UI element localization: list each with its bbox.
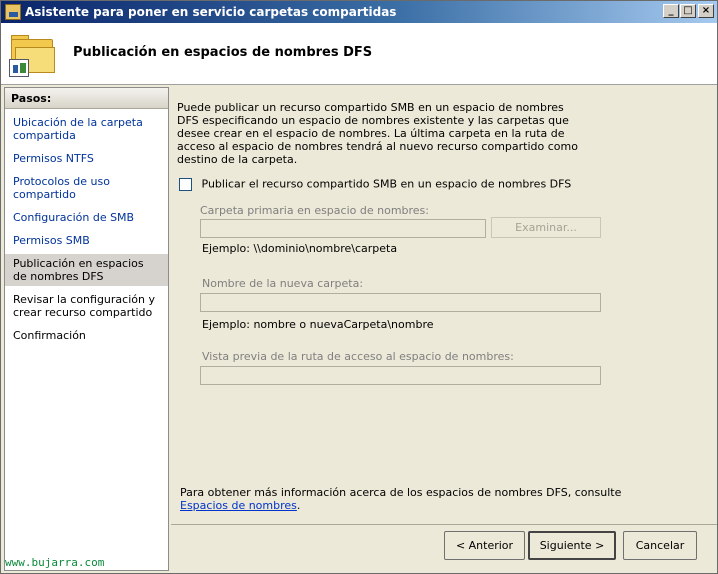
watermark-text: www.bujarra.com [5, 556, 105, 569]
page-title: Publicación en espacios de nombres DFS [73, 45, 373, 60]
new-folder-label: Nombre de la nueva carpeta: [202, 277, 364, 290]
shared-folder-icon [9, 33, 55, 77]
publish-checkbox-row[interactable]: Publicar el recurso compartido SMB en un… [179, 177, 571, 191]
back-button[interactable]: < Anterior [444, 531, 525, 560]
steps-heading: Pasos: [5, 88, 168, 109]
more-info-text: Para obtener más información acerca de l… [180, 486, 680, 512]
step-permisos-ntfs[interactable]: Permisos NTFS [5, 149, 168, 168]
publish-checkbox-label[interactable]: Publicar el recurso compartido SMB en un… [202, 178, 572, 191]
wizard-app-icon [5, 4, 21, 20]
window-title: Asistente para poner en servicio carpeta… [25, 5, 397, 19]
wizard-window: Asistente para poner en servicio carpeta… [0, 0, 718, 574]
parent-folder-label: Carpeta primaria en espacio de nombres: [200, 204, 429, 217]
footer-separator [171, 524, 717, 525]
content-pane: Puede publicar un recurso compartido SMB… [171, 87, 717, 527]
preview-label: Vista previa de la ruta de acceso al esp… [202, 350, 514, 363]
step-permisos-smb[interactable]: Permisos SMB [5, 231, 168, 250]
step-revisar: Revisar la configuración y crear recurso… [13, 293, 155, 319]
wizard-header: Publicación en espacios de nombres DFS [1, 23, 717, 85]
preview-path-field [200, 366, 601, 385]
new-folder-input[interactable] [200, 293, 601, 312]
step-configuracion-smb[interactable]: Configuración de SMB [5, 208, 168, 227]
browse-button[interactable]: Examinar... [491, 217, 601, 238]
minimize-button[interactable]: _ [663, 4, 679, 18]
more-info-period: . [296, 499, 301, 512]
intro-text: Puede publicar un recurso compartido SMB… [177, 101, 578, 166]
more-info-sentence: Para obtener más información acerca de l… [180, 486, 622, 499]
share-badge-icon [9, 59, 29, 77]
step-publicacion-dfs[interactable]: Publicación en espacios de nombres DFS [5, 254, 168, 286]
parent-example-text: Ejemplo: \\dominio\nombre\carpeta [202, 242, 398, 255]
close-button[interactable]: × [698, 4, 714, 18]
new-folder-example-text: Ejemplo: nombre o nuevaCarpeta\nombre [202, 318, 434, 331]
namespaces-help-link[interactable]: Espacios de nombres [180, 499, 297, 512]
title-bar: Asistente para poner en servicio carpeta… [1, 1, 717, 23]
step-protocolos[interactable]: Protocolos de uso compartido [5, 172, 168, 204]
step-ubicacion[interactable]: Ubicación de la carpeta compartida [5, 113, 168, 145]
parent-folder-input[interactable] [200, 219, 486, 238]
maximize-button[interactable]: □ [680, 4, 696, 18]
steps-pane: Pasos: Ubicación de la carpeta compartid… [4, 87, 169, 571]
cancel-button[interactable]: Cancelar [623, 531, 697, 560]
step-confirmacion: Confirmación [13, 329, 86, 342]
publish-checkbox[interactable] [179, 177, 192, 191]
next-button[interactable]: Siguiente > [528, 531, 616, 560]
